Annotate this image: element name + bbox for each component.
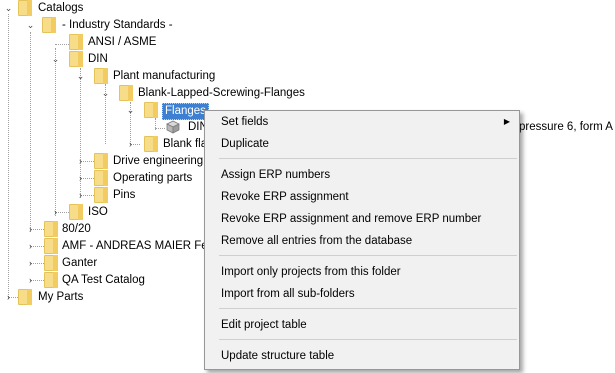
- tree-node-label: Pins: [113, 189, 136, 201]
- menu-item-duplicate[interactable]: Duplicate: [205, 133, 519, 155]
- tree-node-blank-flanges[interactable]: › Blank fla: [0, 136, 210, 153]
- chevron-right-icon[interactable]: ›: [26, 242, 35, 251]
- tree-node-label: Plant manufacturing: [113, 70, 216, 82]
- chevron-right-icon[interactable]: ›: [76, 157, 85, 166]
- chevron-right-icon[interactable]: ›: [26, 259, 35, 268]
- tree-node-label: Drive engineering: [113, 155, 204, 167]
- folder-icon: [94, 170, 108, 186]
- tree-node-qa-test-catalog[interactable]: › QA Test Catalog: [0, 272, 210, 289]
- chevron-down-icon[interactable]: ⌄: [76, 72, 85, 81]
- chevron-right-icon[interactable]: ›: [126, 140, 135, 149]
- folder-icon: [144, 136, 158, 152]
- menu-item-import-only-folder[interactable]: Import only projects from this folder: [205, 261, 519, 283]
- tree-node-drive-engineering[interactable]: › Drive engineering: [0, 153, 210, 170]
- tree-node-label: Blank-Lapped-Screwing-Flanges: [138, 87, 305, 99]
- tree-node-pins[interactable]: › Pins: [0, 187, 210, 204]
- menu-separator: [219, 158, 517, 159]
- folder-icon: [44, 272, 58, 288]
- tree-node-label: Catalogs: [38, 2, 84, 14]
- chevron-down-icon[interactable]: ⌄: [26, 21, 35, 30]
- tree-node-label: Ganter: [62, 257, 98, 269]
- tree-node-label: DIN: [88, 53, 108, 65]
- tree-node-iso[interactable]: › ISO: [0, 204, 210, 221]
- tree-node-plant-manufacturing[interactable]: ⌄ Plant manufacturing: [0, 68, 260, 85]
- tree-node-label: My Parts: [38, 291, 84, 303]
- folder-icon: [69, 34, 83, 50]
- tree-node-label: ISO: [88, 206, 108, 218]
- tree-node-label: AMF - ANDREAS MAIER Fel: [62, 240, 211, 252]
- tree-node-industry-standards[interactable]: ⌄ - Industry Standards -: [0, 17, 220, 34]
- folder-icon: [44, 221, 58, 237]
- menu-separator: [219, 339, 517, 340]
- context-menu: Set fields ▶ Duplicate Assign ERP number…: [204, 110, 520, 370]
- menu-item-remove-all-entries[interactable]: Remove all entries from the database: [205, 230, 519, 252]
- menu-item-label: Set fields: [221, 116, 269, 128]
- menu-item-import-all-subfolders[interactable]: Import from all sub-folders: [205, 283, 519, 305]
- tree-node-ansi-asme[interactable]: ANSI / ASME: [0, 34, 220, 51]
- folder-icon: [119, 85, 133, 101]
- chevron-down-icon[interactable]: ⌄: [51, 55, 60, 64]
- chevron-down-icon[interactable]: ⌄: [4, 4, 13, 13]
- folder-icon: [144, 102, 158, 118]
- folder-icon: [42, 17, 56, 33]
- menu-separator: [219, 308, 517, 309]
- menu-separator: [219, 255, 517, 256]
- tree-node-catalogs[interactable]: ⌄ Catalogs: [0, 0, 120, 17]
- chevron-down-icon[interactable]: ⌄: [101, 89, 110, 98]
- folder-icon: [94, 153, 108, 169]
- tree-node-my-parts[interactable]: › My Parts: [0, 289, 210, 306]
- submenu-arrow-icon: ▶: [503, 117, 510, 126]
- tree-node-label: - Industry Standards -: [62, 19, 173, 31]
- tree-node-operating-parts[interactable]: › Operating parts: [0, 170, 210, 187]
- menu-item-assign-erp-numbers[interactable]: Assign ERP numbers: [205, 164, 519, 186]
- folder-icon: [69, 51, 83, 67]
- menu-item-revoke-erp-assignment[interactable]: Revoke ERP assignment: [205, 186, 519, 208]
- chevron-right-icon[interactable]: ›: [51, 208, 60, 217]
- folder-icon: [18, 0, 32, 16]
- tree-node-blank-lapped-screwing-flanges[interactable]: ⌄ Blank-Lapped-Screwing-Flanges: [0, 85, 320, 102]
- menu-item-set-fields[interactable]: Set fields ▶: [205, 111, 519, 133]
- folder-icon: [94, 187, 108, 203]
- folder-icon: [69, 204, 83, 220]
- tree-node-label: 80/20: [62, 223, 91, 235]
- menu-item-edit-project-table[interactable]: Edit project table: [205, 314, 519, 336]
- tree-node-amf[interactable]: › AMF - ANDREAS MAIER Fel: [0, 238, 210, 255]
- folder-icon: [18, 289, 32, 305]
- tree-node-ganter[interactable]: › Ganter: [0, 255, 210, 272]
- part-cube-icon: [166, 120, 180, 134]
- chevron-right-icon[interactable]: ›: [26, 276, 35, 285]
- tree-node-flanges[interactable]: ⌄ Flanges: [0, 102, 210, 120]
- tree-node-80-20[interactable]: › 80/20: [0, 221, 210, 238]
- chevron-down-icon[interactable]: ⌄: [126, 106, 135, 115]
- tree-node-label: QA Test Catalog: [62, 274, 145, 286]
- folder-icon: [44, 238, 58, 254]
- tree-node-label: Blank fla: [163, 138, 208, 150]
- folder-icon: [44, 255, 58, 271]
- chevron-right-icon[interactable]: ›: [76, 174, 85, 183]
- folder-icon: [94, 68, 108, 84]
- tree-node-din[interactable]: ⌄ DIN: [0, 51, 200, 68]
- chevron-right-icon[interactable]: ›: [76, 191, 85, 200]
- tree-node-label-selected: Flanges: [162, 103, 209, 120]
- menu-item-revoke-and-remove-erp[interactable]: Revoke ERP assignment and remove ERP num…: [205, 208, 519, 230]
- menu-item-update-structure-table[interactable]: Update structure table: [205, 345, 519, 367]
- tree-node-label: Operating parts: [113, 172, 193, 184]
- chevron-right-icon[interactable]: ›: [4, 293, 13, 302]
- tree-node-label: ANSI / ASME: [88, 36, 157, 48]
- tree-node-label-suffix: pressure 6, form A: [519, 121, 613, 133]
- chevron-right-icon[interactable]: ›: [26, 225, 35, 234]
